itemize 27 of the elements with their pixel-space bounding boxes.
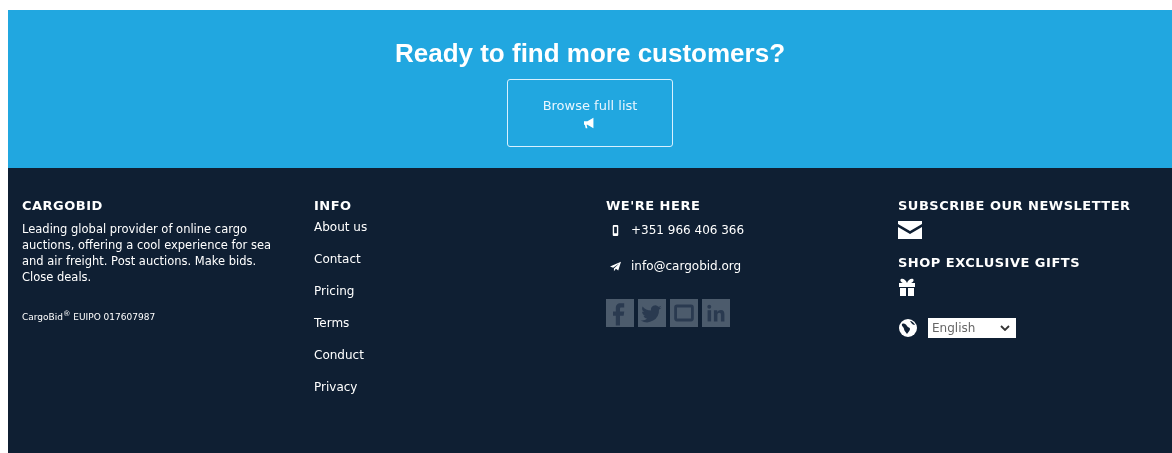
phone-icon bbox=[610, 224, 621, 236]
column-title: CARGOBID bbox=[22, 198, 103, 213]
linkedin-icon[interactable] bbox=[702, 299, 730, 327]
envelope-icon[interactable] bbox=[898, 221, 922, 239]
chevron-down-icon bbox=[1000, 325, 1010, 331]
phone-number: +351 966 406 366 bbox=[631, 223, 745, 237]
language-select[interactable]: English bbox=[928, 318, 1016, 338]
about-text: Leading global provider of online cargo auctions, offering a cool experience for sea and air freight. Post auctions. Make bids. Close deals. bbox=[22, 221, 273, 285]
footer-link[interactable]: Conduct bbox=[314, 349, 364, 361]
footer-link[interactable]: Pricing bbox=[314, 285, 355, 297]
cta-heading: Ready to find more customers? bbox=[394, 38, 786, 69]
footer-link[interactable]: Contact bbox=[314, 253, 361, 265]
column-title: INFO bbox=[314, 198, 352, 213]
column-title: WE'RE HERE bbox=[606, 198, 701, 213]
gift-icon[interactable] bbox=[898, 278, 916, 296]
column-title: SUBSCRIBE OUR NEWSLETTER bbox=[898, 198, 1131, 213]
column-title: SHOP EXCLUSIVE GIFTS bbox=[898, 255, 1080, 270]
twitter-icon[interactable] bbox=[638, 299, 666, 327]
facebook-icon[interactable] bbox=[606, 299, 634, 327]
square-icon[interactable] bbox=[670, 299, 698, 327]
footer-link[interactable]: Terms bbox=[314, 317, 350, 329]
globe-icon bbox=[898, 318, 918, 338]
email-link[interactable]: info@cargobid.org bbox=[631, 259, 742, 273]
footer-link[interactable]: About us bbox=[314, 221, 368, 233]
footer-link[interactable]: Privacy bbox=[314, 381, 358, 393]
paper-plane-icon bbox=[610, 260, 621, 272]
trademark-text: CargoBid$^{®}$ EUIPO 017607987 bbox=[22, 309, 156, 322]
